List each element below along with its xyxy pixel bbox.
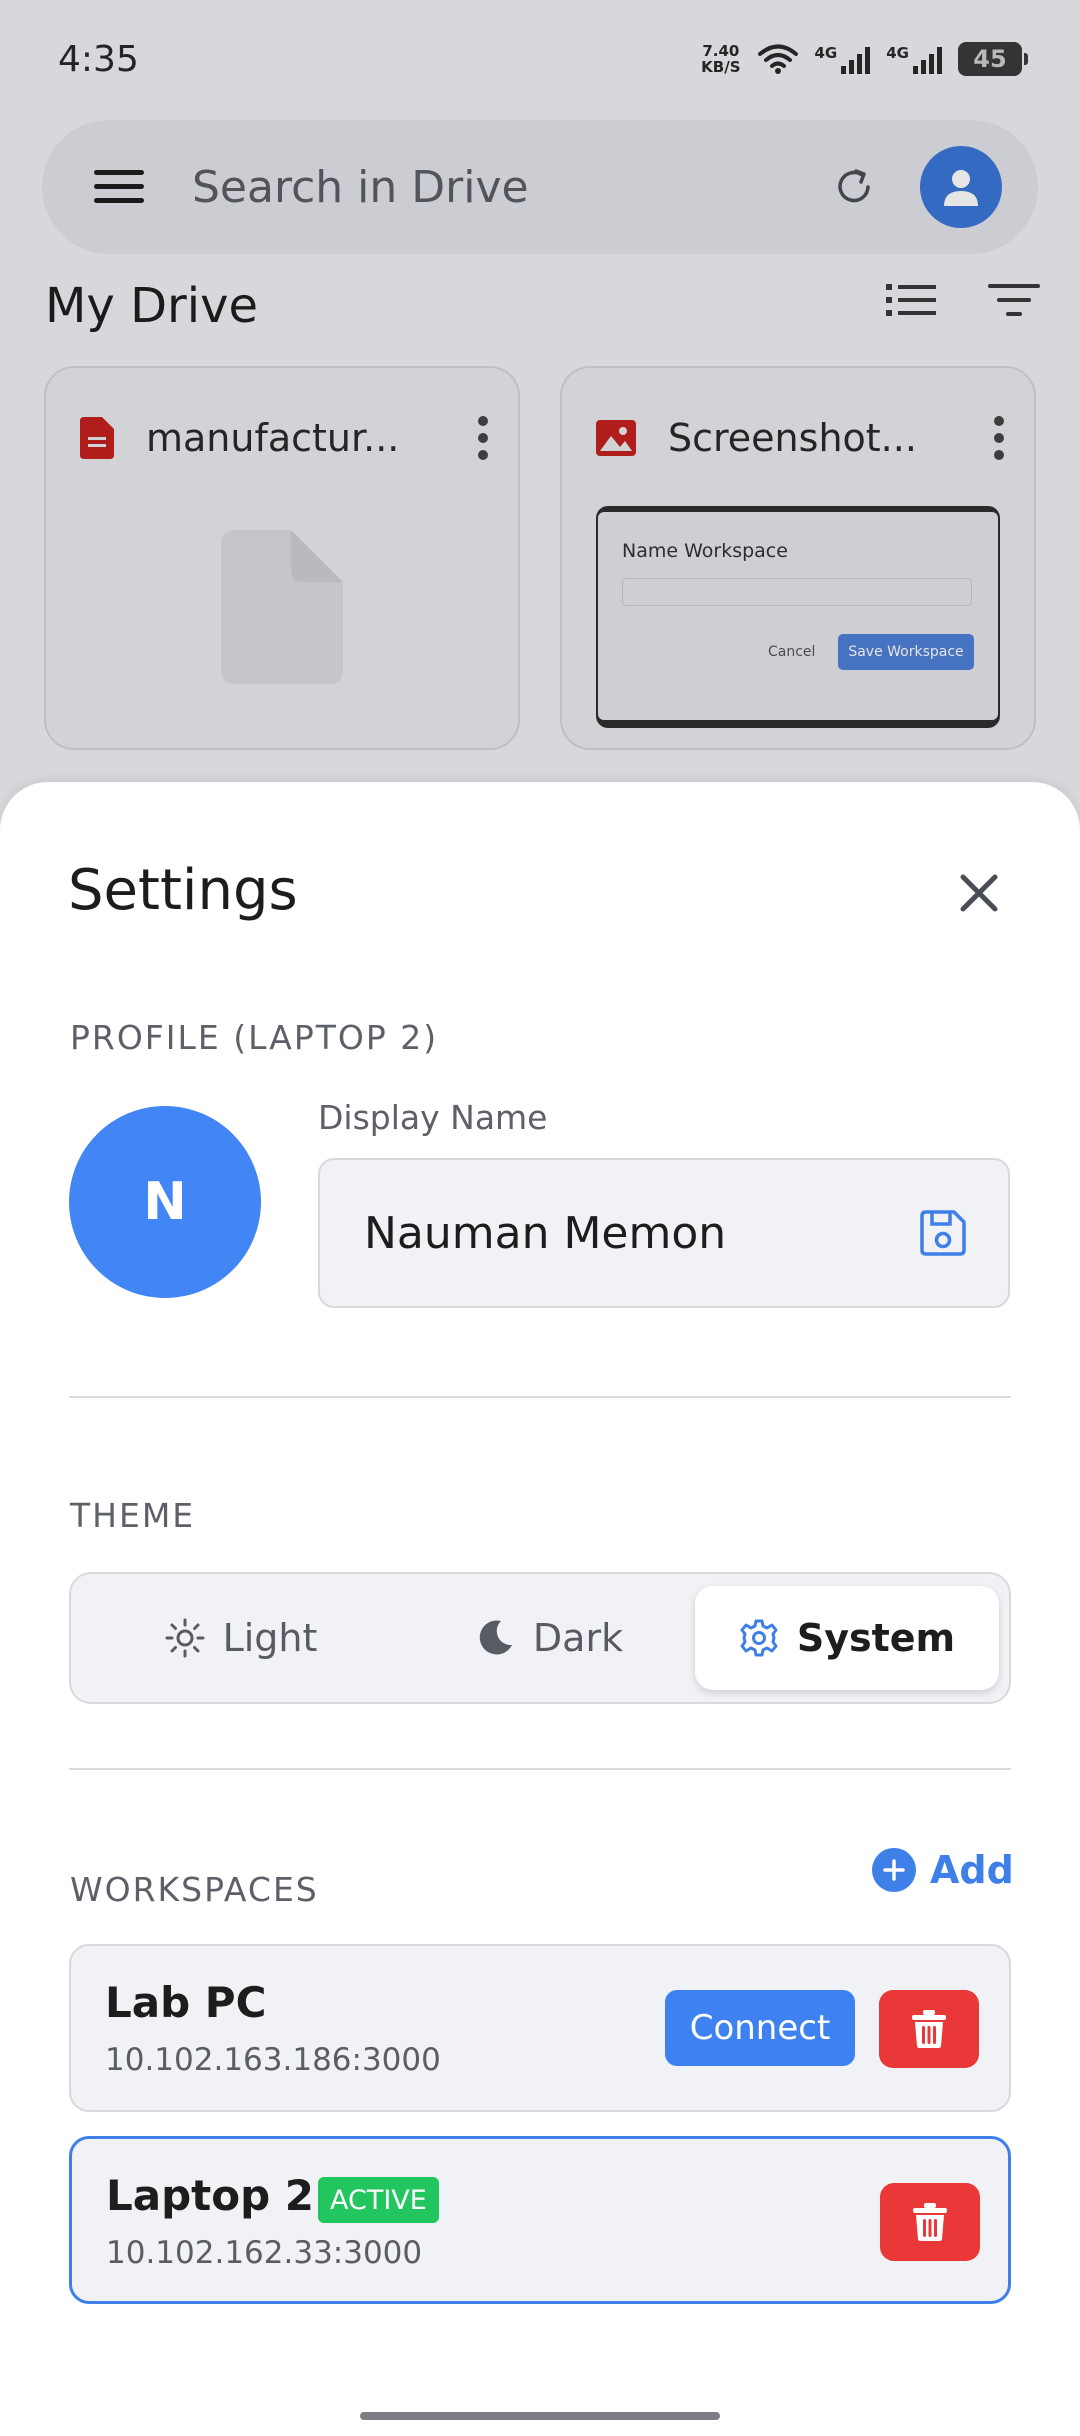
plus-icon xyxy=(872,1848,916,1892)
trash-icon xyxy=(912,2010,946,2048)
theme-option-label: Light xyxy=(222,1616,318,1660)
divider xyxy=(69,1768,1011,1770)
close-button[interactable] xyxy=(946,860,1012,926)
active-badge: ACTIVE xyxy=(318,2177,439,2223)
theme-option-label: Dark xyxy=(532,1616,624,1660)
home-indicator[interactable] xyxy=(360,2412,720,2420)
display-name-field[interactable]: Nauman Memon xyxy=(318,1158,1010,1308)
settings-title: Settings xyxy=(68,858,298,923)
add-workspace-label: Add xyxy=(930,1848,1014,1892)
theme-option-label: System xyxy=(796,1616,956,1660)
display-name-label: Display Name xyxy=(318,1098,548,1137)
add-workspace-button[interactable]: Add xyxy=(872,1848,1014,1892)
delete-workspace-button[interactable] xyxy=(880,2183,980,2261)
theme-option-system[interactable]: System xyxy=(695,1586,999,1690)
theme-option-dark[interactable]: Dark xyxy=(391,1586,707,1690)
connect-button[interactable]: Connect xyxy=(665,1990,855,2066)
profile-section-label: PROFILE (LAPTOP 2) xyxy=(70,1018,439,1057)
theme-option-light[interactable]: Light xyxy=(81,1586,401,1690)
theme-selector: Light Dark System xyxy=(69,1572,1011,1704)
workspace-name: Lab PC xyxy=(105,1978,267,2027)
workspaces-section-label: WORKSPACES xyxy=(70,1870,319,1909)
workspace-address: 10.102.163.186:3000 xyxy=(105,2042,441,2078)
theme-section-label: THEME xyxy=(70,1496,196,1535)
settings-sheet: Settings PROFILE (LAPTOP 2) N Display Na… xyxy=(0,782,1080,2436)
display-name-input[interactable]: Nauman Memon xyxy=(364,1208,918,1259)
gear-icon xyxy=(740,1619,778,1657)
moon-icon xyxy=(479,1620,512,1655)
workspace-address: 10.102.162.33:3000 xyxy=(106,2235,423,2271)
profile-avatar: N xyxy=(69,1106,261,1298)
workspace-card: Lab PC 10.102.163.186:3000 Connect xyxy=(69,1944,1011,2112)
divider xyxy=(69,1396,1011,1398)
trash-icon xyxy=(913,2203,947,2241)
close-icon xyxy=(960,874,998,912)
delete-workspace-button[interactable] xyxy=(879,1990,979,2068)
sun-icon xyxy=(165,1618,205,1658)
workspace-card-active: Laptop 2 ACTIVE 10.102.162.33:3000 xyxy=(69,2136,1011,2304)
workspace-name: Laptop 2 xyxy=(106,2171,315,2220)
save-icon[interactable] xyxy=(918,1208,968,1258)
